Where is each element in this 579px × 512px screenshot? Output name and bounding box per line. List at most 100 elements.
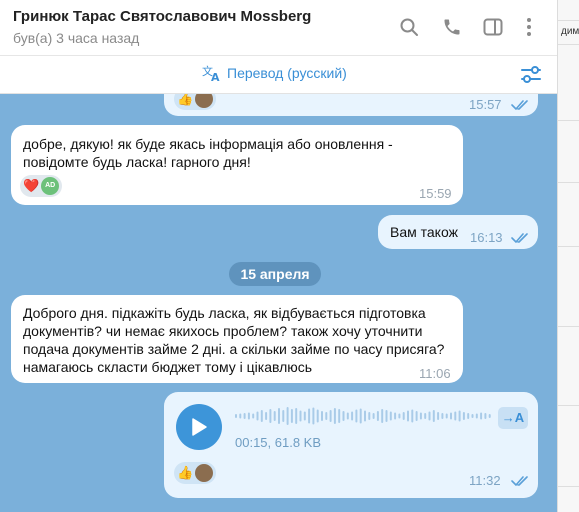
heart-reaction-icon: ❤️ (23, 178, 40, 193)
message-time: 15:59 (419, 186, 452, 201)
play-icon (192, 418, 207, 436)
play-button[interactable] (176, 404, 222, 450)
waveform-bar (471, 414, 474, 418)
message-time: 16:13 (470, 230, 503, 245)
waveform-bar (394, 412, 397, 420)
waveform-bar (411, 409, 414, 423)
waveform-bar (385, 410, 388, 422)
transcribe-button[interactable]: →A (498, 407, 528, 429)
message-text: добре, дякую! як буде якась інформація а… (23, 136, 393, 170)
waveform-bar (351, 411, 354, 421)
translate-bar: 文 A Перевод (русский) (0, 56, 557, 94)
message-incoming[interactable]: добре, дякую! як буде якась інформація а… (11, 125, 463, 205)
phone-icon[interactable] (441, 16, 463, 38)
waveform-bar (273, 411, 276, 421)
strip-divider (558, 405, 579, 406)
waveform-bar (338, 409, 341, 423)
waveform-bar (381, 409, 384, 423)
voice-meta: 00:15, 61.8 KB (235, 435, 322, 450)
waveform-bar (278, 408, 280, 424)
waveform-bar (247, 412, 250, 420)
reactor-avatar: AD (41, 177, 60, 195)
translate-icon: 文 A (202, 64, 220, 82)
strip-divider (558, 486, 579, 487)
waveform-bar (424, 413, 427, 419)
waveform-bar (333, 408, 336, 424)
waveform-bar (303, 411, 306, 421)
waveform-bar (445, 413, 448, 419)
waveform-bar (243, 413, 246, 419)
waveform-bar (432, 410, 435, 422)
message-time: 15:57 (469, 97, 502, 112)
waveform-bar (355, 409, 358, 423)
reaction-pill[interactable]: 👍 (174, 94, 217, 110)
waveform-bar (342, 411, 345, 421)
waveform-bar (484, 413, 487, 419)
waveform-bar (290, 409, 293, 423)
waveform-bar (312, 407, 315, 425)
waveform-bar (450, 412, 452, 420)
waveform-bar (239, 413, 242, 419)
waveform-bar (256, 411, 259, 421)
waveform-bar (286, 407, 289, 425)
waveform-bar (359, 408, 362, 424)
search-icon[interactable] (398, 16, 420, 38)
contact-name[interactable]: Гринюк Тарас Святославович Mossberg (13, 8, 311, 25)
waveform-bar (316, 409, 319, 423)
adjacent-panel-strip: димо (557, 0, 579, 512)
more-vert-icon[interactable] (518, 16, 540, 38)
read-receipt-icon (511, 476, 528, 486)
strip-divider (558, 182, 579, 183)
waveform-bar (475, 413, 478, 419)
message-text: Вам також (390, 224, 458, 240)
message-list[interactable]: 👍 15:57 добре, дякую! як буде якась інфо… (0, 94, 557, 512)
waveform-bar (282, 410, 285, 422)
waveform-bar (260, 410, 263, 422)
voice-message[interactable]: 00:15, 61.8 KB →A 👍 11:32 (164, 392, 538, 498)
sidebar-toggle-icon[interactable] (482, 16, 504, 38)
reactor-avatar (195, 464, 214, 482)
date-separator: 15 апреля (229, 262, 321, 286)
waveform-bar (458, 410, 461, 422)
waveform-bar (467, 413, 470, 419)
waveform-bar (389, 411, 392, 421)
translate-button[interactable]: 文 A Перевод (русский) (202, 64, 347, 82)
waveform-bar (308, 408, 311, 424)
reactor-avatar (195, 94, 214, 108)
message-outgoing[interactable]: Вам також 16:13 (378, 215, 538, 249)
strip-divider (558, 120, 579, 121)
waveform-bar (368, 412, 371, 420)
message-outgoing[interactable]: 👍 15:57 (164, 94, 538, 116)
chat-panel: Гринюк Тарас Святославович Mossberg був(… (0, 0, 557, 512)
waveform-bar (372, 413, 375, 419)
waveform-bar (441, 413, 444, 419)
waveform-bar (265, 412, 268, 420)
reaction-pill[interactable]: 👍 (174, 462, 217, 484)
waveform-bar (295, 408, 298, 424)
waveform-bar (235, 414, 237, 418)
settings-sliders-icon[interactable] (520, 65, 542, 85)
waveform-bar (454, 411, 457, 421)
translate-label: Перевод (русский) (227, 65, 347, 81)
strip-divider (558, 246, 579, 247)
voice-waveform[interactable] (235, 406, 493, 426)
strip-divider (558, 20, 579, 21)
waveform-bar (488, 414, 491, 418)
message-text: Доброго дня. підкажіть будь ласка, як ві… (23, 305, 445, 375)
waveform-bar (299, 410, 302, 422)
message-time: 11:06 (419, 366, 451, 381)
read-receipt-icon (511, 233, 528, 243)
waveform-bar (428, 411, 431, 421)
waveform-bar (252, 413, 255, 419)
reaction-pill[interactable]: ❤️ AD (20, 175, 63, 197)
strip-divider (558, 326, 579, 327)
message-time: 11:32 (469, 473, 501, 488)
waveform-bar (325, 412, 328, 420)
waveform-bar (462, 412, 465, 420)
chat-header: Гринюк Тарас Святославович Mossberg був(… (0, 0, 557, 56)
thumbs-up-reaction-icon: 👍 (177, 94, 194, 106)
message-incoming[interactable]: Доброго дня. підкажіть будь ласка, як ві… (11, 295, 463, 383)
waveform-bar (415, 411, 418, 421)
thumbs-up-reaction-icon: 👍 (177, 465, 194, 480)
strip-divider (558, 44, 579, 45)
